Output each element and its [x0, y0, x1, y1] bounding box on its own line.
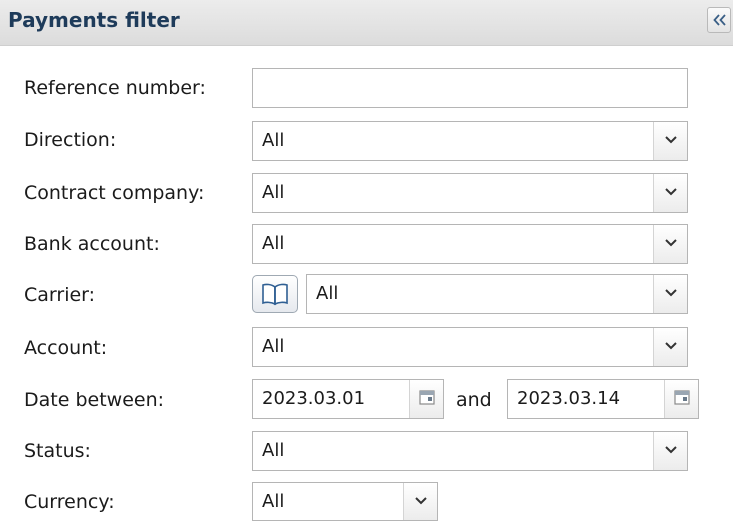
currency-select[interactable]: All [252, 482, 438, 521]
carrier-label: Carrier: [24, 284, 96, 306]
reference-number-input[interactable] [253, 69, 687, 107]
bank-account-value: All [262, 233, 285, 254]
carrier-dropdown-button[interactable] [653, 275, 687, 313]
date-to-field[interactable]: 2023.03.14 [507, 379, 699, 419]
currency-label: Currency: [24, 491, 115, 513]
account-label: Account: [24, 337, 108, 359]
date-from-calendar-button[interactable] [409, 380, 443, 418]
date-to-value: 2023.03.14 [517, 388, 621, 409]
payments-filter-panel: Payments filter Reference number: Direct… [0, 0, 733, 521]
date-from-value: 2023.03.01 [262, 388, 366, 409]
date-between-label: Date between: [24, 389, 165, 411]
collapse-panel-button[interactable] [707, 7, 731, 33]
bank-account-label: Bank account: [24, 233, 160, 255]
book-icon [262, 283, 288, 306]
direction-dropdown-button[interactable] [653, 122, 687, 160]
carrier-select[interactable]: All [306, 274, 688, 314]
status-select[interactable]: All [252, 431, 688, 471]
account-value: All [262, 336, 285, 357]
calendar-icon [674, 390, 690, 405]
date-from-field[interactable]: 2023.03.01 [252, 379, 444, 419]
reference-number-label: Reference number: [24, 77, 206, 99]
date-separator-label: and [456, 389, 492, 411]
chevron-down-icon [665, 136, 677, 144]
panel-title: Payments filter [8, 8, 180, 32]
direction-label: Direction: [24, 129, 117, 151]
chevron-down-icon [415, 497, 427, 505]
contract-company-label: Contract company: [24, 182, 205, 204]
chevron-down-icon [665, 188, 677, 196]
bank-account-select[interactable]: All [252, 224, 688, 264]
contract-company-dropdown-button[interactable] [653, 174, 687, 212]
contract-company-select[interactable]: All [252, 173, 688, 213]
status-dropdown-button[interactable] [653, 432, 687, 470]
direction-select[interactable]: All [252, 121, 688, 161]
status-label: Status: [24, 440, 91, 462]
carrier-value: All [316, 283, 339, 304]
direction-value: All [262, 130, 285, 151]
account-dropdown-button[interactable] [653, 328, 687, 366]
account-select[interactable]: All [252, 327, 688, 367]
bank-account-dropdown-button[interactable] [653, 225, 687, 263]
panel-header: Payments filter [0, 0, 733, 46]
chevron-down-icon [665, 342, 677, 350]
date-to-calendar-button[interactable] [664, 380, 698, 418]
calendar-icon [419, 390, 435, 405]
chevron-down-icon [665, 289, 677, 297]
status-value: All [262, 440, 285, 461]
chevron-down-icon [665, 446, 677, 454]
currency-dropdown-button[interactable] [403, 483, 437, 520]
chevron-down-icon [665, 239, 677, 247]
contract-company-value: All [262, 182, 285, 203]
carrier-lookup-button[interactable] [252, 275, 298, 313]
currency-value: All [262, 491, 285, 512]
double-chevron-left-icon [713, 14, 726, 26]
reference-number-field[interactable] [252, 68, 688, 108]
